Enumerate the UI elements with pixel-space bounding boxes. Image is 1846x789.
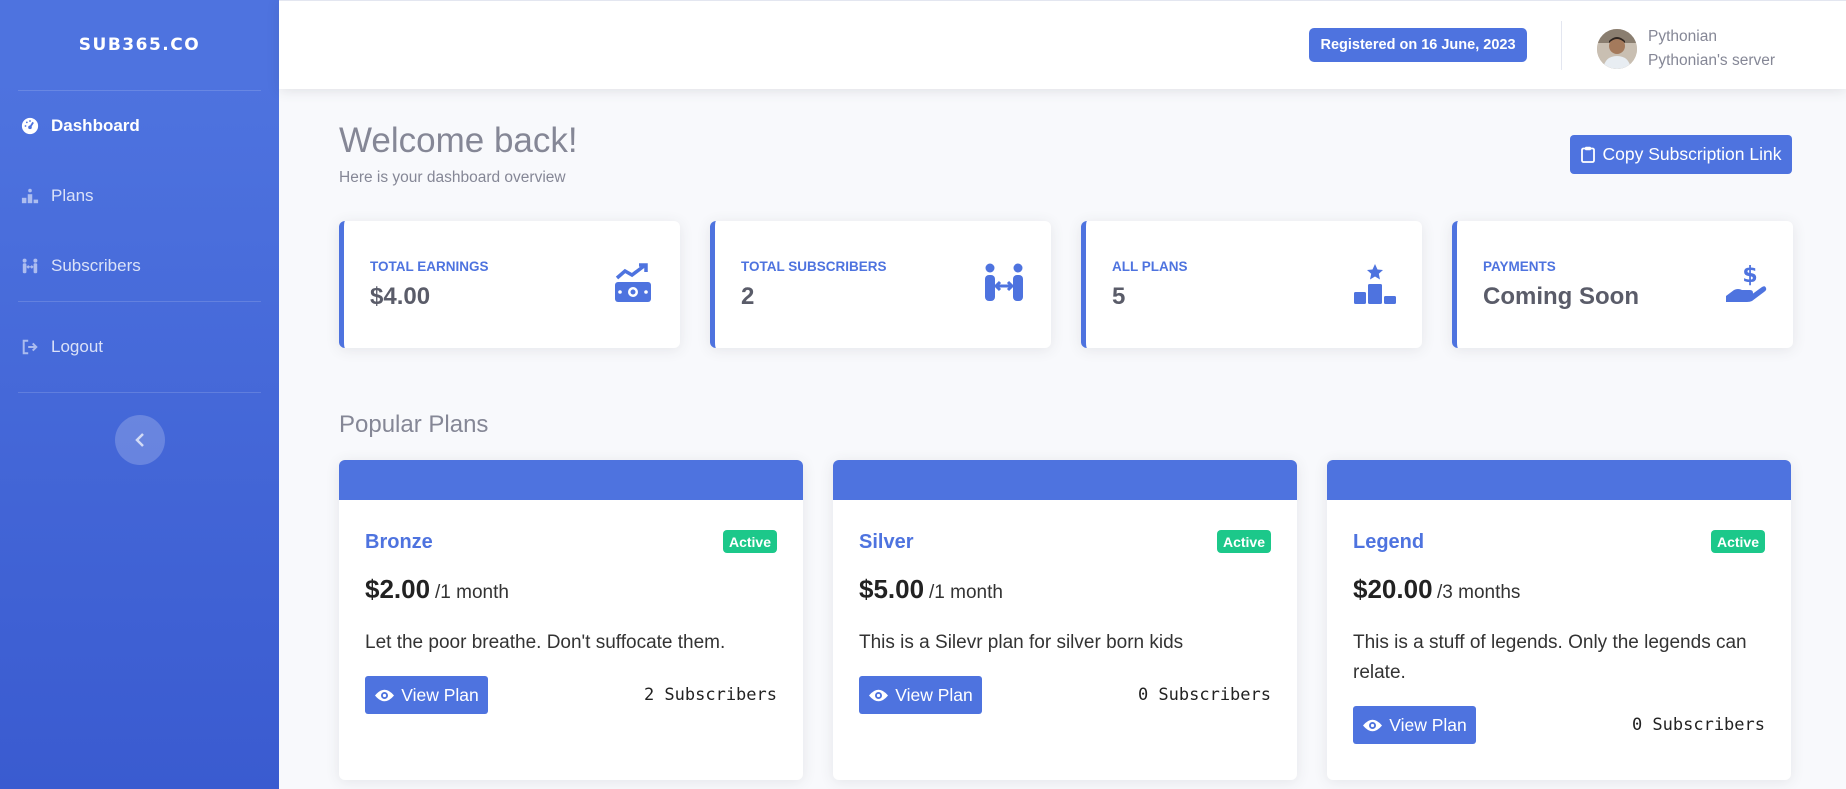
stat-value: 5	[1112, 283, 1126, 310]
plan-description: This is a stuff of legends. Only the leg…	[1353, 632, 1747, 683]
view-plan-label: View Plan	[401, 684, 479, 705]
stat-value: 2	[741, 283, 755, 310]
money-chart-icon	[610, 261, 656, 307]
topbar: Registered on 16 June, 2023 Pythonian Py…	[279, 0, 1846, 89]
copy-subscription-link-button[interactable]: Copy Subscription Link	[1570, 135, 1792, 174]
plan-price: $20.00	[1353, 574, 1433, 604]
stat-label: Total Subscribers	[741, 259, 887, 274]
page-subtitle: Here is your dashboard overview	[339, 169, 566, 186]
plan-card-header	[1327, 460, 1791, 500]
brand-logo[interactable]: SUB365.CO	[0, 0, 279, 90]
plan-period: /3 months	[1437, 582, 1521, 603]
view-plan-label: View Plan	[1389, 714, 1467, 735]
stat-card-total-subscribers: Total Subscribers 2	[710, 221, 1051, 348]
stat-label: Payments	[1483, 259, 1556, 274]
topbar-divider	[1561, 21, 1562, 70]
svg-text:$: $	[1742, 263, 1757, 288]
people-arrows-icon	[20, 256, 40, 276]
sidebar-toggle-button[interactable]	[114, 415, 165, 465]
plan-description: Let the poor breathe. Don't suffocate th…	[365, 632, 726, 653]
clipboard-icon	[1580, 146, 1595, 163]
plan-price: $2.00	[365, 574, 431, 604]
stat-value: Coming Soon	[1483, 283, 1639, 310]
stat-value: $4.00	[370, 283, 431, 310]
sidebar-item-label: Plans	[51, 186, 94, 205]
subscriber-count: 0 Subscribers	[1631, 715, 1765, 735]
plan-description: This is a Silevr plan for silver born ki…	[859, 632, 1184, 653]
plan-card-header	[833, 460, 1297, 500]
plan-card-bronze: Bronze Active $2.00 /1 month Let the poo…	[339, 460, 803, 780]
sidebar-item-label: Subscribers	[51, 256, 141, 275]
stat-label: All Plans	[1112, 259, 1188, 274]
hand-holding-dollar-icon: $	[1723, 261, 1769, 307]
view-plan-button[interactable]: View Plan	[859, 676, 982, 714]
copy-button-label: Copy Subscription Link	[1602, 144, 1782, 164]
sidebar-item-subscribers[interactable]: Subscribers	[0, 231, 279, 301]
status-badge: Active	[1710, 530, 1765, 553]
eye-icon	[375, 689, 395, 701]
eye-icon	[1363, 719, 1383, 731]
user-info: Pythonian Pythonian's server	[1648, 25, 1775, 73]
view-plan-label: View Plan	[895, 684, 973, 705]
page-title: Welcome back!	[339, 121, 578, 160]
eye-icon	[869, 689, 889, 701]
plan-period: /1 month	[435, 582, 509, 603]
ranking-star-icon	[1352, 261, 1398, 307]
podium-icon	[20, 186, 40, 206]
user-menu[interactable]: Pythonian Pythonian's server	[1597, 25, 1775, 73]
sidebar-item-label: Dashboard	[51, 116, 140, 135]
avatar	[1597, 29, 1637, 69]
stat-label: Total Earnings	[370, 259, 489, 274]
registered-badge: Registered on 16 June, 2023	[1309, 28, 1527, 62]
sidebar-item-label: Logout	[51, 337, 103, 356]
server-name: Pythonian's server	[1648, 52, 1776, 69]
gauge-icon	[20, 116, 40, 136]
sidebar-item-dashboard[interactable]: Dashboard	[0, 91, 279, 161]
popular-plans-title: Popular Plans	[339, 411, 489, 438]
subscriber-count: 2 Subscribers	[643, 685, 777, 705]
stat-card-total-earnings: Total Earnings $4.00	[339, 221, 680, 348]
chevron-left-icon	[134, 433, 144, 447]
sidebar: SUB365.CO Dashboard Plans Subscribers Lo…	[0, 0, 279, 789]
plan-name[interactable]: Bronze	[365, 531, 433, 554]
view-plan-button[interactable]: View Plan	[365, 676, 488, 714]
plan-card-header	[339, 460, 803, 500]
plan-price: $5.00	[859, 574, 925, 604]
status-badge: Active	[722, 530, 777, 553]
plan-name[interactable]: Silver	[859, 531, 913, 554]
sidebar-item-logout[interactable]: Logout	[0, 302, 279, 392]
sidebar-item-plans[interactable]: Plans	[0, 161, 279, 231]
user-name: Pythonian	[1648, 28, 1717, 45]
subscriber-count: 0 Subscribers	[1137, 685, 1271, 705]
plan-card-legend: Legend Active $20.00 /3 months This is a…	[1327, 460, 1791, 780]
plan-period: /1 month	[929, 582, 1003, 603]
stat-card-payments: Payments Coming Soon $	[1452, 221, 1793, 348]
stat-card-all-plans: All Plans 5	[1081, 221, 1422, 348]
view-plan-button[interactable]: View Plan	[1353, 706, 1476, 744]
plan-name[interactable]: Legend	[1353, 531, 1424, 554]
people-arrows-icon	[981, 261, 1027, 307]
sidebar-toggle-container	[0, 393, 279, 465]
status-badge: Active	[1216, 530, 1271, 553]
plan-card-silver: Silver Active $5.00 /1 month This is a S…	[833, 460, 1297, 780]
sign-out-icon	[20, 337, 40, 357]
